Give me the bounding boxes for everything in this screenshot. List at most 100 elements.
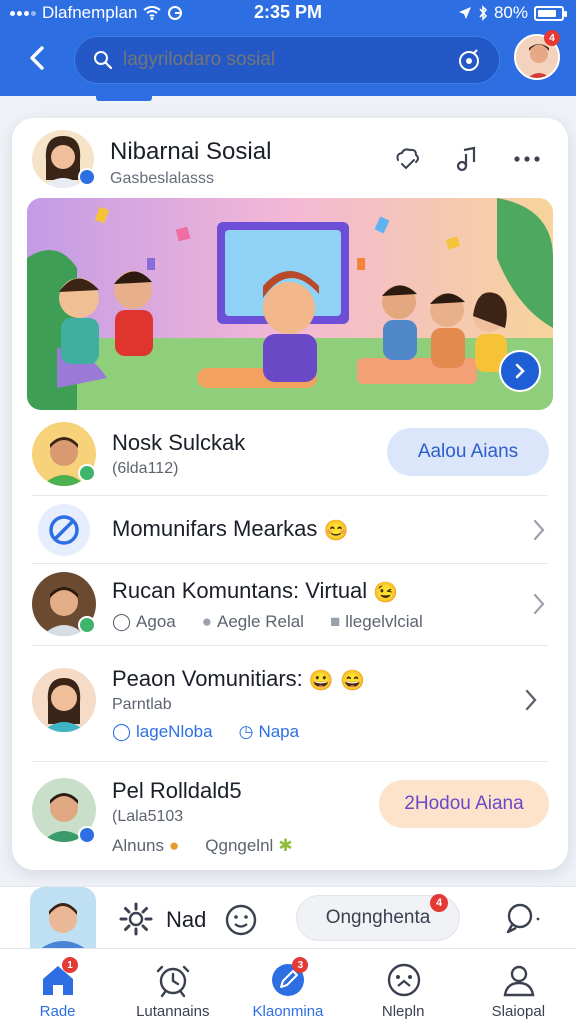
- post-actions: [392, 144, 542, 174]
- status-right: 80%: [458, 3, 567, 23]
- chevron-right-icon[interactable]: [532, 518, 546, 542]
- row-subtitle: (Lala5103: [112, 808, 184, 825]
- tag-text: Aegle Relal: [217, 612, 304, 631]
- tag-text: Napa: [258, 722, 300, 741]
- battery-icon: [534, 5, 567, 21]
- search-input[interactable]: [123, 49, 453, 71]
- child-figure: [59, 278, 99, 364]
- laugh-emoji-icon: 😄: [339, 669, 365, 692]
- compass-avatar: [38, 504, 90, 556]
- list-item[interactable]: Nosk Sulckak (6lda112) Aalou Aians: [12, 418, 568, 494]
- tag-icon: ◯: [112, 722, 132, 741]
- share-icon[interactable]: [392, 144, 422, 174]
- tag-text: lageNloba: [136, 722, 213, 741]
- tag: Qgngelnl ✱: [205, 836, 292, 856]
- row-title-text: Momunifars Mearkas: [112, 516, 318, 541]
- chevron-right-icon[interactable]: [524, 688, 538, 712]
- post-author-name: Nibarnai Sosial: [110, 138, 272, 165]
- nav-label: Nlepln: [381, 1003, 425, 1020]
- divider: [32, 563, 548, 564]
- row-title: Peaon Vomunitiars: 😀 😄: [112, 666, 365, 693]
- tag: ◷ Napa: [239, 722, 299, 742]
- nav-label: Rade: [39, 1003, 76, 1020]
- online-badge: [78, 616, 96, 634]
- clock-icon: ◷: [238, 722, 254, 741]
- list-item[interactable]: Peaon Vomunitiars: 😀 😄 Parntlab ◯ lageNlo…: [12, 648, 568, 752]
- post-card: Nibarnai Sosial Gasbeslalasss Nosk Sulck…: [12, 118, 568, 870]
- status-bar: Dlafnemplan 2:35 PM 80%: [0, 0, 576, 26]
- bottom-nav: 1 Rade Lutannains 3 Klaonmina Nlepln Sla…: [0, 948, 576, 1024]
- nav-label: Slaiopal: [491, 1003, 546, 1020]
- row-title: Pel Rolldald5: [112, 778, 242, 803]
- music-note-icon[interactable]: [452, 144, 482, 174]
- tag: Alnuns ●: [112, 836, 179, 856]
- nav-item-home[interactable]: 1 Rade: [0, 949, 115, 1024]
- grin-emoji-icon: 😀: [308, 669, 334, 692]
- wink-emoji-icon: 😉: [373, 581, 399, 604]
- verified-badge: [78, 168, 96, 186]
- post-image[interactable]: [27, 198, 553, 410]
- child-figure: [114, 271, 153, 356]
- tag-text: Alnuns: [112, 836, 164, 855]
- row-tags: ◯ lageNloba ◷ Napa: [112, 722, 299, 742]
- carousel-next-button[interactable]: [499, 350, 541, 392]
- compass-icon: [387, 963, 420, 997]
- post-author-handle: Gasbeslalasss: [110, 170, 215, 187]
- row-title-text: Rucan Komuntans: Virtual: [112, 578, 368, 603]
- tag: ● Aegle Relal: [202, 612, 304, 632]
- settings-gear-icon[interactable]: [118, 901, 154, 937]
- nav-label: Lutannains: [136, 1003, 210, 1020]
- divider: [32, 645, 548, 646]
- nav-item-compose[interactable]: 3 Klaonmina: [230, 949, 345, 1024]
- row-tags: Alnuns ● Qgngelnl ✱: [112, 836, 293, 856]
- composer-badge: 4: [430, 894, 448, 912]
- list-item[interactable]: Momunifars Mearkas 😊: [12, 498, 568, 562]
- location-icon: [458, 7, 471, 19]
- nav-item-profile[interactable]: Slaiopal: [461, 949, 576, 1024]
- row-title: Nosk Sulckak: [112, 430, 246, 455]
- sparkle-icon: ●: [168, 836, 180, 855]
- nav-label: Klaonmina: [252, 1003, 324, 1020]
- composer-bar: Nad Ongnghenta 4: [0, 886, 576, 949]
- search-icon: [94, 51, 113, 70]
- search-bar[interactable]: [74, 36, 500, 84]
- divider: [32, 495, 548, 496]
- tag: ◯ Agoa: [112, 612, 176, 632]
- profile-icon: [503, 965, 535, 997]
- action-button[interactable]: Aalou Aians: [387, 428, 549, 476]
- row-title: Rucan Komuntans: Virtual 😉: [112, 578, 398, 605]
- back-arrow-icon[interactable]: [22, 42, 54, 74]
- composer-label: Nad: [166, 907, 207, 932]
- emoji-icon[interactable]: [224, 903, 258, 937]
- row-tags: ◯ Agoa ● Aegle Relal ■ llegelvlcial: [112, 612, 423, 632]
- smile-emoji-icon: 😊: [323, 519, 349, 542]
- bluetooth-icon: [479, 5, 488, 21]
- list-item[interactable]: Rucan Komuntans: Virtual 😉 ◯ Agoa ● Aegle …: [12, 566, 568, 642]
- tag: ■ llegelvlcial: [330, 612, 423, 632]
- nav-item-explore[interactable]: Nlepln: [346, 949, 461, 1024]
- more-icon[interactable]: [512, 144, 542, 174]
- chevron-right-icon[interactable]: [532, 592, 546, 616]
- nav-item-alarm[interactable]: Lutannains: [115, 949, 230, 1024]
- verified-badge: [78, 826, 96, 844]
- tag: ◯ lageNloba: [112, 722, 213, 742]
- chat-bubble-icon[interactable]: [504, 901, 542, 937]
- row-subtitle: (6lda112): [112, 460, 179, 477]
- user-avatar[interactable]: [30, 887, 96, 949]
- classroom-illustration: [27, 198, 553, 410]
- notification-badge: 4: [544, 30, 560, 46]
- battery-percent: 80%: [493, 3, 528, 22]
- online-badge: [78, 464, 96, 482]
- tag-text: Agoa: [136, 612, 176, 631]
- nav-badge: 1: [62, 957, 78, 973]
- action-button[interactable]: 2Hodou Aiana: [379, 780, 549, 828]
- star-icon: ✱: [278, 836, 293, 855]
- scan-icon[interactable]: [457, 49, 481, 73]
- tab-indicator: [96, 96, 152, 101]
- tag-icon: ◯: [112, 612, 132, 631]
- list-item[interactable]: Pel Rolldald5 (Lala5103 Alnuns ● Qgngelnl…: [12, 764, 568, 864]
- child-figure: [382, 285, 417, 360]
- chevron-right-icon: [515, 363, 525, 379]
- tag-text: Qgngelnl: [205, 836, 274, 855]
- tag-text: llegelvlcial: [345, 612, 423, 631]
